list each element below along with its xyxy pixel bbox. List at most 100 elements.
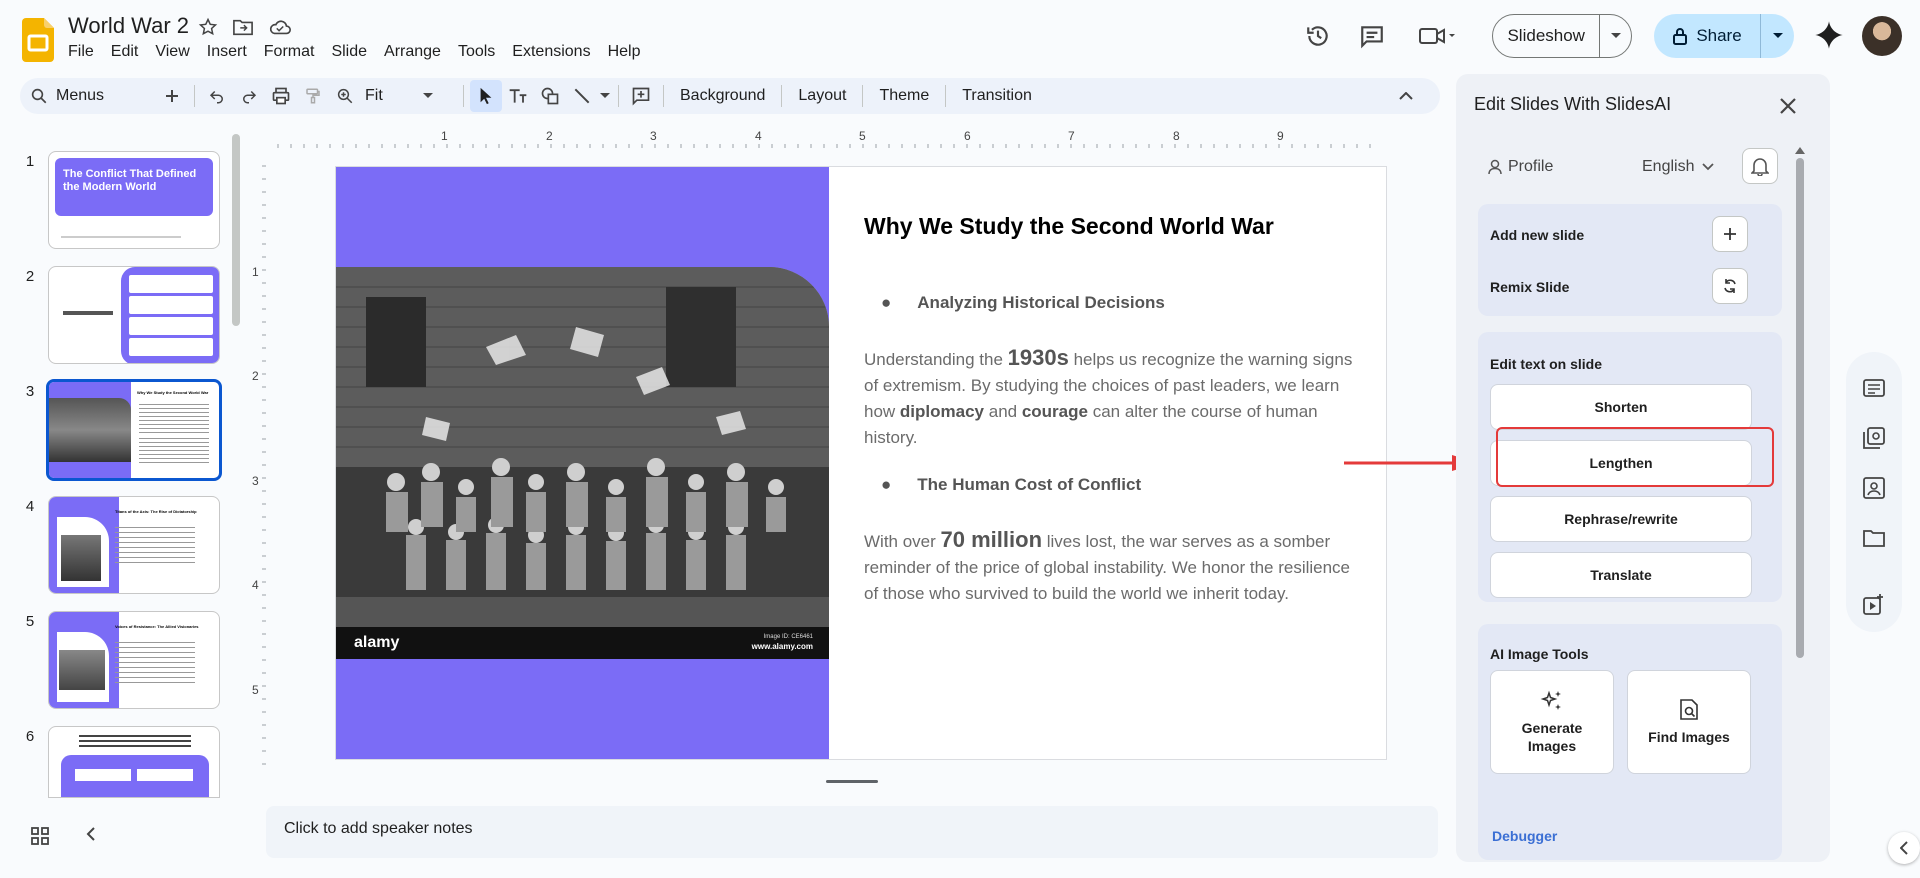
zoom-icon[interactable] xyxy=(329,80,361,112)
filmstrip-scrollbar[interactable] xyxy=(232,134,240,326)
slide-heading[interactable]: Why We Study the Second World War xyxy=(864,213,1274,240)
find-images-button[interactable]: Find Images xyxy=(1627,670,1751,774)
transition-button[interactable]: Transition xyxy=(952,87,1042,105)
chevron-left-icon[interactable] xyxy=(86,826,96,842)
comments-icon[interactable] xyxy=(1350,14,1394,58)
insert-comment-icon[interactable] xyxy=(625,80,657,112)
slide-thumbnail-2[interactable] xyxy=(48,266,220,364)
new-slide-plus-icon[interactable] xyxy=(156,80,188,112)
slide-canvas[interactable]: alamy Image ID: CE6461 www.alamy.com Why … xyxy=(336,167,1386,759)
close-icon[interactable] xyxy=(1774,92,1802,120)
paint-format-icon[interactable] xyxy=(297,80,329,112)
slideshow-dropdown-icon[interactable] xyxy=(1599,15,1631,57)
slides-logo-icon[interactable] xyxy=(22,18,54,62)
menu-slide[interactable]: Slide xyxy=(323,42,375,62)
menu-format[interactable]: Format xyxy=(256,42,323,62)
slide-bullet-1[interactable]: ● Analyzing Historical Decisions xyxy=(881,293,1165,313)
menu-edit[interactable]: Edit xyxy=(103,42,147,62)
slide-thumbnail-4[interactable]: Titans of the Axis: The Rise of Dictator… xyxy=(48,496,220,594)
slidesai-panel: Edit Slides With SlidesAI Profile Englis… xyxy=(1456,74,1830,862)
profile-link[interactable]: Profile xyxy=(1488,158,1553,176)
chevron-up-icon[interactable] xyxy=(1390,80,1422,112)
debugger-link[interactable]: Debugger xyxy=(1492,828,1557,844)
menu-extensions[interactable]: Extensions xyxy=(504,42,598,62)
photo-watermark-bar: alamy Image ID: CE6461 www.alamy.com xyxy=(336,627,829,659)
theme-button[interactable]: Theme xyxy=(869,87,939,105)
scrollbar-thumb[interactable] xyxy=(1796,158,1804,658)
translate-button[interactable]: Translate xyxy=(1490,552,1752,598)
grid-view-icon[interactable] xyxy=(30,826,50,846)
remix-slide-button[interactable] xyxy=(1712,268,1748,304)
line-icon[interactable] xyxy=(566,80,598,112)
print-icon[interactable] xyxy=(265,80,297,112)
select-cursor-icon[interactable] xyxy=(470,80,502,112)
notes-resize-handle[interactable] xyxy=(826,780,878,783)
gemini-sparkle-icon[interactable] xyxy=(1814,20,1844,50)
rephrase-button[interactable]: Rephrase/rewrite xyxy=(1490,496,1752,542)
text-box-icon[interactable] xyxy=(502,80,534,112)
cloud-saved-icon[interactable] xyxy=(268,17,292,37)
user-avatar[interactable] xyxy=(1862,16,1902,56)
add-video-icon[interactable] xyxy=(1862,592,1886,616)
image-frame-icon[interactable] xyxy=(1862,476,1886,500)
slide-thumbnail-3[interactable]: Why We Study the Second World War xyxy=(46,379,222,481)
menus-search-label: Menus xyxy=(56,87,105,104)
undo-icon[interactable] xyxy=(201,80,233,112)
thumb-card xyxy=(75,769,131,781)
star-icon[interactable] xyxy=(198,17,218,37)
slide-thumbnail-1[interactable]: The Conflict That Defined the Modern Wor… xyxy=(48,151,220,249)
layout-button[interactable]: Layout xyxy=(788,87,856,105)
menu-tools[interactable]: Tools xyxy=(450,42,503,62)
ruler-tick-label: 1 xyxy=(252,265,259,279)
add-new-slide-button[interactable] xyxy=(1712,216,1748,252)
chevron-down-icon xyxy=(422,93,433,98)
language-select[interactable]: English xyxy=(1642,158,1715,176)
add-new-slide-label: Add new slide xyxy=(1490,227,1585,243)
background-button[interactable]: Background xyxy=(670,87,775,105)
generate-images-label: Generate Images xyxy=(1521,720,1583,754)
slide-photo[interactable]: alamy Image ID: CE6461 www.alamy.com xyxy=(336,267,829,659)
redo-icon[interactable] xyxy=(233,80,265,112)
chevron-left-icon[interactable] xyxy=(1888,832,1920,864)
toolbar-divider xyxy=(663,85,664,107)
bell-icon[interactable] xyxy=(1742,148,1778,184)
toolbar-divider xyxy=(194,85,195,107)
slide-thumbnail-5[interactable]: Voices of Resistance: The Allied Visiona… xyxy=(48,611,220,709)
slide-paragraph-2[interactable]: With over 70 million lives lost, the war… xyxy=(864,527,1364,607)
slide-thumbnail-6[interactable] xyxy=(48,726,220,798)
slide-library-icon[interactable] xyxy=(1862,426,1886,450)
bullet-dot: ● xyxy=(881,475,892,494)
menus-search[interactable]: Menus xyxy=(30,87,156,105)
historical-photo-image xyxy=(336,267,829,627)
menu-file[interactable]: File xyxy=(60,42,102,62)
share-dropdown-icon[interactable] xyxy=(1760,14,1794,58)
panel-scrollbar[interactable] xyxy=(1794,144,1806,744)
meet-video-icon[interactable] xyxy=(1408,14,1468,58)
thumb-photo xyxy=(49,398,131,462)
menu-view[interactable]: View xyxy=(147,42,197,62)
folder-icon[interactable] xyxy=(1862,526,1886,550)
shape-icon[interactable] xyxy=(534,80,566,112)
share-button[interactable]: Share xyxy=(1654,14,1760,58)
menu-arrange[interactable]: Arrange xyxy=(376,42,449,62)
slide-number: 5 xyxy=(25,613,35,630)
generate-images-button[interactable]: Generate Images xyxy=(1490,670,1614,774)
slide-bullet-2[interactable]: ● The Human Cost of Conflict xyxy=(881,475,1141,495)
slide-paragraph-1[interactable]: Understanding the 1930s helps us recogni… xyxy=(864,345,1364,451)
move-folder-icon[interactable] xyxy=(232,17,254,37)
slideshow-button[interactable]: Slideshow xyxy=(1493,26,1599,46)
toolbar: Menus Fit Background Layout Theme Transi… xyxy=(20,78,1440,114)
version-history-icon[interactable] xyxy=(1296,14,1340,58)
line-dropdown-icon[interactable] xyxy=(598,93,612,99)
keep-notes-icon[interactable] xyxy=(1862,376,1886,400)
menu-insert[interactable]: Insert xyxy=(199,42,255,62)
document-title[interactable]: World War 2 xyxy=(68,13,189,39)
ruler-tick-label: 8 xyxy=(1173,130,1180,143)
shorten-button[interactable]: Shorten xyxy=(1490,384,1752,430)
menu-help[interactable]: Help xyxy=(600,42,649,62)
thumb-text-lines xyxy=(115,642,195,686)
speaker-notes[interactable]: Click to add speaker notes xyxy=(266,806,1438,858)
watermark-id: Image ID: CE6461 www.alamy.com xyxy=(752,633,813,653)
bullet-text: Analyzing Historical Decisions xyxy=(917,293,1165,312)
zoom-select[interactable]: Fit xyxy=(365,87,457,105)
